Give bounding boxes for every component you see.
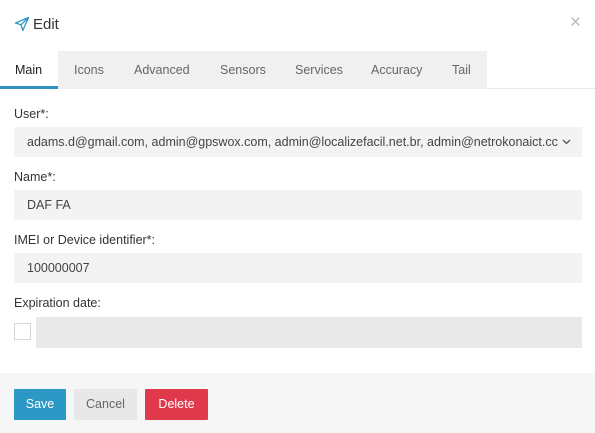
name-label: Name*:	[14, 170, 56, 184]
tab-sensors[interactable]: Sensors	[220, 51, 266, 89]
chevron-down-icon	[560, 127, 572, 157]
tab-advanced[interactable]: Advanced	[134, 51, 190, 89]
name-field[interactable]: DAF FA	[14, 190, 582, 220]
imei-field[interactable]: 100000007	[14, 253, 582, 283]
save-button[interactable]: Save	[14, 389, 66, 420]
expiration-date-field[interactable]	[36, 317, 582, 348]
modal-footer: Save Cancel Delete	[0, 373, 595, 433]
tab-icons[interactable]: Icons	[74, 51, 104, 89]
tab-tail[interactable]: Tail	[452, 51, 471, 89]
tab-accuracy[interactable]: Accuracy	[371, 51, 422, 89]
modal-header: Edit ×	[0, 0, 595, 50]
imei-label: IMEI or Device identifier*:	[14, 233, 156, 247]
expiration-label: Expiration date:	[14, 296, 101, 310]
user-label: User*:	[14, 107, 49, 121]
expiration-checkbox[interactable]	[14, 323, 31, 340]
tab-bar: Main Icons Advanced Sensors Services Acc…	[0, 51, 595, 89]
modal-title: Edit	[33, 16, 59, 33]
close-icon[interactable]: ×	[570, 13, 581, 33]
cancel-button[interactable]: Cancel	[74, 389, 137, 420]
user-select-value: adams.d@gmail.com, admin@gpswox.com, adm…	[27, 135, 558, 149]
user-select[interactable]: adams.d@gmail.com, admin@gpswox.com, adm…	[14, 127, 582, 157]
tab-main[interactable]: Main	[0, 51, 58, 89]
paper-plane-icon	[14, 16, 30, 32]
delete-button[interactable]: Delete	[145, 389, 208, 420]
tab-services[interactable]: Services	[295, 51, 343, 89]
